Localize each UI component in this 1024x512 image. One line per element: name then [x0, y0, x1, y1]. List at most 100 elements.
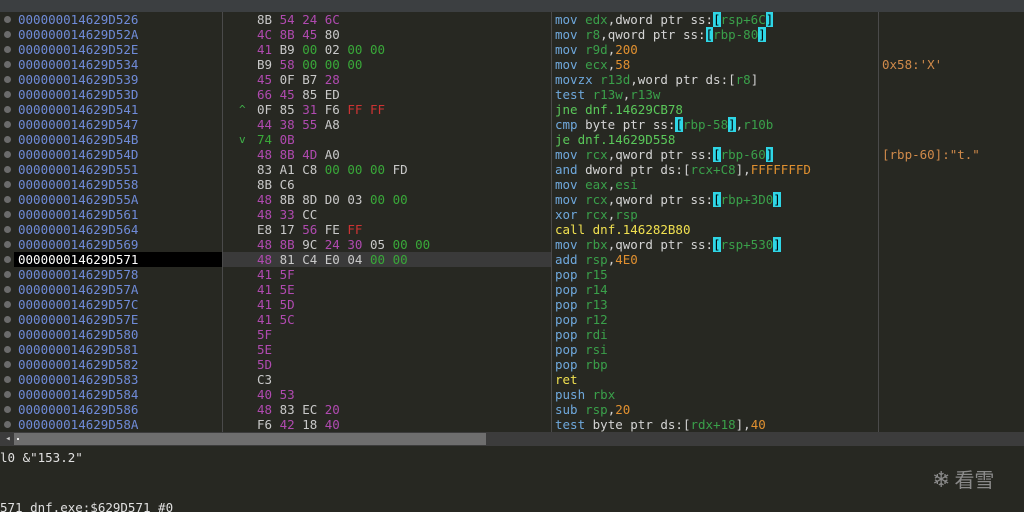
opcode-byte: 00 — [392, 252, 408, 267]
breakpoint-dot-icon[interactable] — [4, 241, 11, 248]
instruction-row[interactable]: 000000014629D54D 48 8B 4D A0 mov rcx,qword… — [0, 147, 1024, 162]
instruction-address[interactable]: 000000014629D55A — [18, 192, 138, 207]
breakpoint-dot-icon[interactable] — [4, 316, 11, 323]
breakpoint-dot-icon[interactable] — [4, 31, 11, 38]
opcode-byte: 8B — [279, 237, 295, 252]
breakpoint-dot-icon[interactable] — [4, 301, 11, 308]
instruction-address[interactable]: 000000014629D539 — [18, 72, 138, 87]
opcode-byte: 80 — [324, 27, 340, 42]
breakpoint-dot-icon[interactable] — [4, 421, 11, 428]
instruction-row[interactable]: 000000014629D54B v 74 0B je dnf.14629D558 — [0, 132, 1024, 147]
instruction-address[interactable]: 000000014629D578 — [18, 267, 138, 282]
instruction-address[interactable]: 000000014629D54D — [18, 147, 138, 162]
breakpoint-dot-icon[interactable] — [4, 286, 11, 293]
instruction-row[interactable]: 000000014629D580 5F pop rdi — [0, 327, 1024, 342]
instruction-address[interactable]: 000000014629D541 — [18, 102, 138, 117]
breakpoint-dot-icon[interactable] — [4, 211, 11, 218]
instruction-address[interactable]: 000000014629D580 — [18, 327, 138, 342]
instruction-row[interactable]: 000000014629D558 8B C6 mov eax,esi — [0, 177, 1024, 192]
breakpoint-dot-icon[interactable] — [4, 91, 11, 98]
instruction-row[interactable]: 000000014629D551 83 A1 C8 00 00 00 FD and … — [0, 162, 1024, 177]
instruction-address[interactable]: 000000014629D558 — [18, 177, 138, 192]
scroll-left-icon[interactable]: ◂ — [2, 433, 14, 445]
instruction-row[interactable]: 000000014629D534 B9 58 00 00 00 mov ecx,58… — [0, 57, 1024, 72]
instruction-address[interactable]: 000000014629D586 — [18, 402, 138, 417]
instruction-address[interactable]: 000000014629D52E — [18, 42, 138, 57]
instruction-address[interactable]: 000000014629D551 — [18, 162, 138, 177]
breakpoint-dot-icon[interactable] — [4, 331, 11, 338]
breakpoint-dot-icon[interactable] — [4, 406, 11, 413]
opcode-byte: 00 — [347, 42, 363, 57]
breakpoint-dot-icon[interactable] — [4, 196, 11, 203]
instruction-row[interactable]: 000000014629D539 45 0F B7 28 movzx r13d,wo… — [0, 72, 1024, 87]
horizontal-scrollbar[interactable]: ◂ — [0, 432, 1024, 446]
instruction-address[interactable]: 000000014629D57C — [18, 297, 138, 312]
instruction-row[interactable]: 000000014629D541 ^ 0F 85 31 F6 FF FF jne dn… — [0, 102, 1024, 117]
disassembly-view[interactable]: 000000014629D526 8B 54 24 6C mov edx,dword… — [0, 12, 1024, 432]
instruction-row[interactable]: 000000014629D58A F6 42 18 40 test byte ptr… — [0, 417, 1024, 432]
scrollbar-thumb[interactable] — [14, 433, 486, 445]
instruction-row[interactable]: 000000014629D586 48 83 EC 20 sub rsp,20 — [0, 402, 1024, 417]
instruction-address[interactable]: 000000014629D526 — [18, 12, 138, 27]
instruction-row[interactable]: 000000014629D52A 4C 8B 45 80 mov r8,qword … — [0, 27, 1024, 42]
breakpoint-dot-icon[interactable] — [4, 106, 11, 113]
instruction-address[interactable]: 000000014629D57E — [18, 312, 138, 327]
breakpoint-dot-icon[interactable] — [4, 166, 11, 173]
breakpoint-dot-icon[interactable] — [4, 391, 11, 398]
breakpoint-dot-icon[interactable] — [4, 376, 11, 383]
instruction-row[interactable]: 000000014629D581 5E pop rsi — [0, 342, 1024, 357]
instruction-row[interactable]: 000000014629D569 48 8B 9C 24 30 05 00 00 m… — [0, 237, 1024, 252]
breakpoint-dot-icon[interactable] — [4, 256, 11, 263]
instruction-address[interactable]: 000000014629D54B — [18, 132, 138, 147]
instruction-address[interactable]: 000000014629D583 — [18, 372, 138, 387]
instruction-row[interactable]: 000000014629D578 41 5F pop r15 — [0, 267, 1024, 282]
instruction-address[interactable]: 000000014629D581 — [18, 342, 138, 357]
breakpoint-dot-icon[interactable] — [4, 226, 11, 233]
instruction-row[interactable]: 000000014629D52E 41 B9 00 02 00 00 mov r9d… — [0, 42, 1024, 57]
breakpoint-dot-icon[interactable] — [4, 76, 11, 83]
breakpoint-dot-icon[interactable] — [4, 151, 11, 158]
instruction-row[interactable]: 000000014629D564 E8 17 56 FE FF call dnf.1… — [0, 222, 1024, 237]
instruction-row[interactable]: 000000014629D561 48 33 CC xor rcx,rsp — [0, 207, 1024, 222]
breakpoint-dot-icon[interactable] — [4, 271, 11, 278]
instruction-address[interactable]: 000000014629D547 — [18, 117, 138, 132]
instruction-address[interactable]: 000000014629D584 — [18, 387, 138, 402]
instruction-row[interactable]: 000000014629D53D 66 45 85 ED test r13w,r13… — [0, 87, 1024, 102]
instruction-address[interactable]: 000000014629D569 — [18, 237, 138, 252]
instruction-address[interactable]: 000000014629D57A — [18, 282, 138, 297]
opcode-byte: 0B — [279, 132, 295, 147]
instruction-address[interactable]: 000000014629D58A — [18, 417, 138, 432]
breakpoint-dot-icon[interactable] — [4, 61, 11, 68]
instruction-address[interactable]: 000000014629D564 — [18, 222, 138, 237]
instruction-row[interactable]: 000000014629D547 44 38 55 A8 cmp byte ptr … — [0, 117, 1024, 132]
breakpoint-dot-icon[interactable] — [4, 121, 11, 128]
breakpoint-dot-icon[interactable] — [4, 136, 11, 143]
instruction-row[interactable]: 000000014629D583 C3 ret — [0, 372, 1024, 387]
instruction-bytes: 48 33 CC — [257, 207, 317, 222]
breakpoint-dot-icon[interactable] — [4, 16, 11, 23]
instruction-row[interactable]: 000000014629D55A 48 8B 8D D0 03 00 00 mov … — [0, 192, 1024, 207]
instruction-address[interactable]: 000000014629D52A — [18, 27, 138, 42]
instruction-address[interactable]: 000000014629D582 — [18, 357, 138, 372]
breakpoint-dot-icon[interactable] — [4, 346, 11, 353]
instruction-row[interactable]: 000000014629D57A 41 5E pop r14 — [0, 282, 1024, 297]
breakpoint-dot-icon[interactable] — [4, 46, 11, 53]
instruction-address[interactable]: 000000014629D534 — [18, 57, 138, 72]
instruction-address[interactable]: 000000014629D561 — [18, 207, 138, 222]
instruction-row[interactable]: 000000014629D584 40 53 push rbx — [0, 387, 1024, 402]
instruction-row[interactable]: 000000014629D582 5D pop rbp — [0, 357, 1024, 372]
instruction-address[interactable]: 000000014629D53D — [18, 87, 138, 102]
instruction-row[interactable]: 000000014629D57C 41 5D pop r13 — [0, 297, 1024, 312]
current-instruction-row[interactable]: 000000014629D571 48 81 C4 E0 04 00 00 add … — [0, 252, 1024, 267]
snowflake-icon: ❄ — [932, 468, 951, 493]
breakpoint-dot-icon[interactable] — [4, 181, 11, 188]
opcode-byte: 0F — [257, 102, 273, 117]
opcode-byte: 48 — [257, 207, 273, 222]
opcode-byte: 00 — [369, 162, 386, 177]
instruction-address[interactable]: 000000014629D571 — [18, 252, 138, 267]
breakpoint-dot-icon[interactable] — [4, 361, 11, 368]
asm-token: ecx — [585, 57, 608, 72]
instruction-row[interactable]: 000000014629D57E 41 5C pop r12 — [0, 312, 1024, 327]
opcode-byte: 05 — [369, 237, 386, 252]
instruction-row[interactable]: 000000014629D526 8B 54 24 6C mov edx,dword… — [0, 12, 1024, 27]
